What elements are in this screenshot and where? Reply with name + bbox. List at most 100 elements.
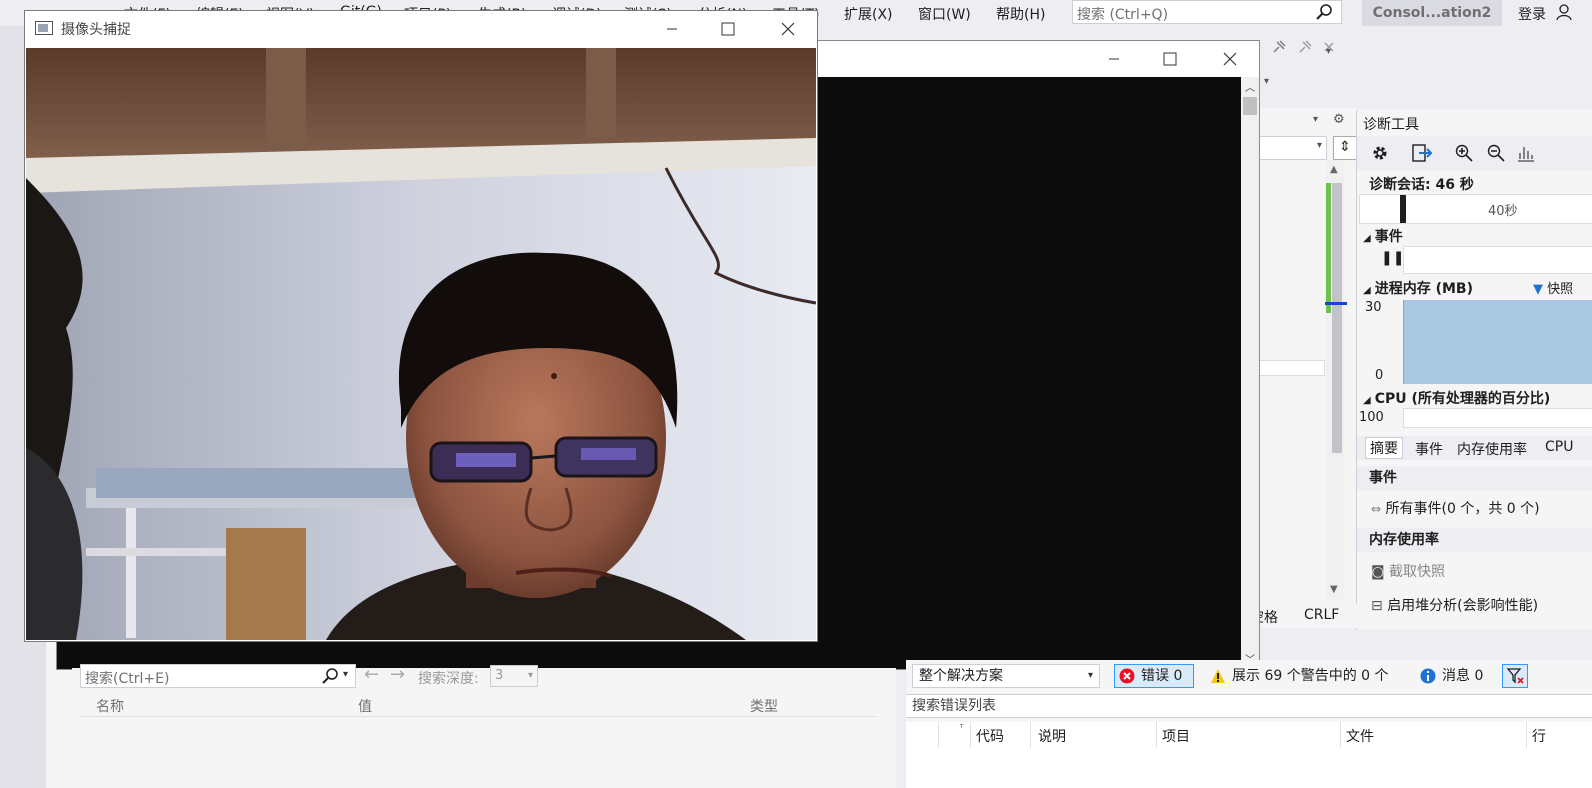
error-col-line[interactable]: 行 — [1532, 726, 1546, 746]
error-col-description[interactable]: 说明 — [1038, 726, 1066, 746]
chart-icon[interactable] — [1515, 142, 1537, 164]
minimize-icon[interactable] — [1091, 41, 1137, 77]
timeline-cursor[interactable] — [1400, 195, 1406, 223]
split-icon[interactable]: ⇕ — [1333, 136, 1357, 160]
watch-search-input[interactable]: 搜索(Ctrl+E) ▾ — [80, 664, 356, 688]
gear-icon[interactable]: ⚙ — [1333, 112, 1345, 127]
pause-icon[interactable]: ❚❚ — [1381, 250, 1404, 266]
error-list-body — [906, 748, 1592, 788]
search-icon[interactable] — [321, 667, 339, 685]
tab-cpu[interactable]: CPU — [1545, 439, 1573, 455]
memory-chart — [1403, 300, 1592, 384]
camera-window-titlebar[interactable]: 摄像头捕捉 — [25, 11, 817, 47]
error-icon — [1119, 668, 1135, 684]
console-scrollbar[interactable]: ︿ ﹀ — [1241, 77, 1259, 669]
console-scrollbar-thumb[interactable] — [1243, 97, 1257, 115]
back-arrow-icon[interactable]: ← — [364, 664, 379, 685]
timeline-tick-label: 40秒 — [1488, 204, 1518, 219]
diagnostics-tools-panel: 诊断工具 诊断会话: 46 秒 40秒 ◢ 事件 ❚❚ ◢ 进程内存 (MB) ▼ … — [1356, 110, 1592, 630]
tab-events[interactable]: 事件 — [1415, 439, 1443, 459]
cpu-chart — [1403, 408, 1592, 428]
error-list-header: ᵀ 代码 说明 项目 文件 行 — [906, 722, 1592, 749]
menu-window[interactable]: 窗口(W) — [918, 4, 971, 24]
chevron-down-icon[interactable]: ▾ — [343, 669, 348, 680]
pin-icon[interactable] — [1298, 40, 1312, 54]
close-icon[interactable] — [765, 11, 811, 47]
sort-icon[interactable]: ᵀ — [960, 724, 963, 734]
panel-field — [1257, 360, 1325, 376]
error-col-code[interactable]: 代码 — [976, 726, 1004, 746]
maximize-icon[interactable] — [1147, 41, 1193, 77]
zoom-out-icon[interactable] — [1485, 142, 1507, 164]
login-link[interactable]: 登录 — [1518, 4, 1546, 24]
events-icon: ⇔ — [1371, 502, 1382, 516]
tab-memory-usage[interactable]: 内存使用率 — [1457, 439, 1527, 459]
maximize-icon[interactable] — [705, 11, 751, 47]
vs-search-placeholder: 搜索 (Ctrl+Q) — [1077, 7, 1169, 23]
solution-name-badge[interactable]: Consol...ation2 — [1362, 0, 1502, 26]
search-icon — [1316, 4, 1332, 20]
error-scope-dropdown[interactable]: 整个解决方案 ▾ — [912, 664, 1100, 688]
events-summary-header: 事件 — [1357, 466, 1592, 490]
error-col-file[interactable]: 文件 — [1346, 726, 1374, 746]
chevron-up-icon[interactable]: ︿ — [1245, 79, 1255, 94]
heap-analysis-button[interactable]: ⊟ 启用堆分析(会影响性能) — [1371, 595, 1538, 615]
tab-summary[interactable]: 摘要 — [1365, 437, 1403, 459]
diagnostics-session-duration: 诊断会话: 46 秒 — [1369, 177, 1474, 193]
error-list-search[interactable]: 搜索错误列表 — [906, 694, 1592, 718]
warnings-filter-button[interactable]: 展示 69 个警告中的 0 个 — [1206, 664, 1389, 688]
collapse-icon: ◢ — [1363, 285, 1371, 296]
diagnostics-timeline[interactable]: 40秒 — [1359, 194, 1592, 224]
scroll-up-icon[interactable]: ▲ — [1330, 164, 1338, 175]
cpu-section-header[interactable]: ◢ CPU (所有处理器的百分比) — [1363, 388, 1550, 408]
memory-axis-min: 0 — [1375, 368, 1384, 383]
search-depth-select[interactable]: 3 ▾ — [490, 665, 538, 687]
warning-icon — [1211, 669, 1225, 683]
camera-window-title: 摄像头捕捉 — [61, 22, 131, 38]
line-ending-indicator[interactable]: CRLF — [1304, 607, 1339, 623]
gear-icon[interactable] — [1369, 142, 1391, 164]
vs-search-box[interactable]: 搜索 (Ctrl+Q) — [1072, 0, 1342, 24]
scroll-down-icon[interactable]: ▼ — [1330, 584, 1338, 595]
panel-dropdown[interactable]: ▾ — [1257, 136, 1327, 160]
snapshot-marker-icon: ▼ — [1533, 282, 1543, 297]
heap-icon: ⊟ — [1371, 598, 1383, 614]
zoom-in-icon[interactable] — [1453, 142, 1475, 164]
memory-usage-header: 内存使用率 — [1357, 528, 1592, 552]
menu-extensions[interactable]: 扩展(X) — [844, 4, 893, 24]
chevron-down-icon[interactable]: ▾ — [1264, 76, 1269, 87]
menu-help[interactable]: 帮助(H) — [996, 4, 1045, 24]
error-col-project[interactable]: 项目 — [1162, 726, 1190, 746]
caret-marker — [1325, 302, 1347, 305]
filter-icon[interactable] — [1502, 664, 1528, 688]
chevron-down-icon[interactable]: ▾ — [1326, 46, 1331, 57]
minimize-icon[interactable] — [649, 11, 695, 47]
events-track — [1403, 246, 1592, 274]
take-snapshot-button[interactable]: ◙ 截取快照 — [1371, 561, 1445, 581]
change-marker — [1326, 183, 1331, 313]
pin-icon[interactable] — [1272, 40, 1286, 54]
watch-col-name[interactable]: 名称 — [96, 696, 124, 716]
error-list-panel: 整个解决方案 ▾ 错误 0 展示 69 个警告中的 0 个 消息 0 搜索错误列表… — [906, 660, 1592, 788]
camera-capture-window: 摄像头捕捉 — [24, 10, 818, 642]
user-icon[interactable] — [1555, 3, 1573, 21]
watch-col-value[interactable]: 值 — [358, 696, 372, 716]
collapse-icon: ◢ — [1363, 233, 1371, 244]
info-icon — [1420, 668, 1436, 684]
watch-panel: 搜索(Ctrl+E) ▾ ← → 搜索深度: 3 ▾ 名称 值 类型 — [72, 664, 896, 788]
chevron-down-icon[interactable]: ▾ — [1313, 114, 1318, 125]
watch-col-type[interactable]: 类型 — [750, 696, 778, 716]
errors-filter-button[interactable]: 错误 0 — [1114, 664, 1194, 688]
messages-filter-button[interactable]: 消息 0 — [1416, 664, 1483, 688]
scrollbar-thumb[interactable] — [1332, 183, 1342, 453]
events-section-header[interactable]: ◢ 事件 — [1363, 226, 1403, 246]
close-icon[interactable] — [1207, 41, 1253, 77]
search-depth-label: 搜索深度: — [418, 671, 479, 687]
all-events-link[interactable]: ⇔ 所有事件(0 个，共 0 个) — [1371, 498, 1540, 518]
export-icon[interactable] — [1411, 142, 1433, 164]
forward-arrow-icon[interactable]: → — [390, 664, 405, 685]
webcam-frame-image — [26, 48, 816, 640]
camera-icon: ◙ — [1371, 564, 1385, 580]
memory-section-header[interactable]: ◢ 进程内存 (MB) — [1363, 278, 1473, 298]
app-icon — [35, 21, 53, 35]
